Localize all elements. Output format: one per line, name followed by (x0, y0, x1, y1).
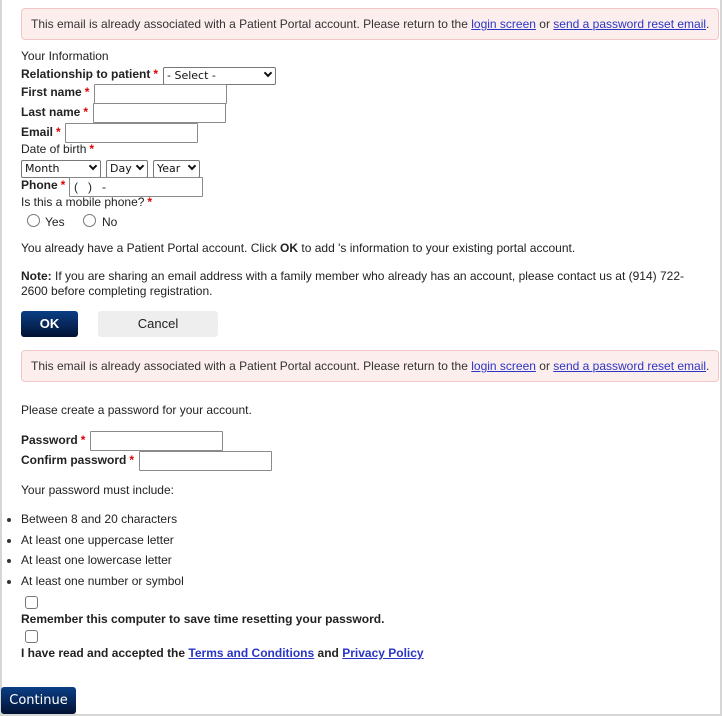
password-label-text: Password (21, 433, 78, 447)
continue-button[interactable]: Continue (1, 687, 76, 714)
required-marker: * (129, 453, 135, 467)
alert-text: . (706, 17, 710, 31)
phone-label: Phone * (21, 178, 65, 192)
password-rule: Between 8 and 20 characters (21, 512, 178, 526)
password-rule: At least one lowercase letter (21, 553, 172, 567)
password-rules-heading: Your password must include: (21, 483, 174, 497)
remember-computer-label[interactable]: Remember this computer to save time rese… (21, 612, 384, 626)
relationship-label: Relationship to patient * (21, 67, 158, 81)
chevron-down-icon (263, 68, 273, 78)
password-rule: At least one uppercase letter (21, 533, 174, 547)
password-label: Password * (21, 433, 85, 447)
chevron-down-icon (187, 161, 197, 171)
existing-account-message: You already have a Patient Portal accoun… (21, 241, 575, 255)
dob-year-value: Year (157, 162, 181, 175)
terms-label: I have read and accepted the Terms and C… (21, 646, 424, 660)
note-line-1: Note: If you are sharing an email addres… (21, 269, 684, 283)
login-screen-link[interactable]: login screen (471, 17, 536, 31)
phone-label-text: Phone (21, 178, 58, 192)
password-rule: At least one number or symbol (21, 574, 184, 588)
bullet-icon (7, 580, 11, 584)
dob-month-value: Month (25, 162, 60, 175)
ok-word: OK (280, 241, 299, 255)
required-marker: * (80, 433, 86, 447)
required-marker: * (89, 142, 95, 156)
existing-account-text: to add 's information to your existing p… (298, 241, 576, 255)
alert-text: or (535, 17, 554, 31)
last-name-label: Last name * (21, 105, 88, 119)
chevron-down-icon (88, 161, 98, 171)
dob-label: Date of birth * (21, 142, 94, 156)
your-information-heading: Your Information (21, 49, 109, 63)
terms-link[interactable]: Terms and Conditions (188, 646, 314, 660)
note-label: Note: (21, 269, 52, 283)
bullet-icon (7, 539, 11, 543)
dob-month-select[interactable]: Month (21, 160, 101, 178)
dob-year-select[interactable]: Year (153, 160, 200, 178)
confirm-password-label-text: Confirm password (21, 453, 127, 467)
email-exists-alert: This email is already associated with a … (21, 350, 719, 382)
terms-text: and (314, 646, 343, 660)
email-label-text: Email (21, 125, 54, 139)
mobile-yes-label[interactable]: Yes (45, 215, 65, 229)
password-reset-link[interactable]: send a password reset email (553, 359, 706, 373)
first-name-label-text: First name (21, 85, 82, 99)
existing-account-text: You already have a Patient Portal accoun… (21, 241, 281, 255)
dob-day-select[interactable]: Day (106, 160, 148, 178)
mobile-question-text: Is this a mobile phone? (21, 195, 145, 209)
first-name-label: First name * (21, 85, 89, 99)
required-marker: * (83, 105, 89, 119)
required-marker: * (84, 85, 90, 99)
required-marker: * (147, 195, 153, 209)
privacy-policy-link[interactable]: Privacy Policy (342, 646, 423, 660)
last-name-input[interactable] (93, 103, 226, 123)
mobile-no-radio[interactable] (83, 214, 96, 227)
dob-day-value: Day (110, 162, 132, 175)
ok-button[interactable]: OK (21, 311, 78, 337)
alert-text: This email is already associated with a … (31, 17, 472, 31)
mobile-no-label[interactable]: No (102, 215, 117, 229)
relationship-select[interactable]: - Select - (163, 67, 276, 85)
cancel-button[interactable]: Cancel (98, 311, 218, 337)
phone-input[interactable] (69, 177, 203, 197)
chevron-down-icon (135, 161, 145, 171)
mobile-question: Is this a mobile phone? * (21, 195, 152, 209)
note-line-2: 2600 before completing registration. (21, 284, 213, 298)
first-name-input[interactable] (94, 84, 227, 104)
required-marker: * (153, 67, 159, 81)
confirm-password-input[interactable] (139, 451, 272, 471)
email-label: Email * (21, 125, 61, 139)
terms-text: I have read and accepted the (21, 646, 189, 660)
alert-text: . (706, 359, 710, 373)
login-screen-link[interactable]: login screen (471, 359, 536, 373)
email-exists-alert: This email is already associated with a … (21, 8, 719, 40)
confirm-password-label: Confirm password * (21, 453, 134, 467)
note-text: If you are sharing an email address with… (51, 269, 685, 283)
password-reset-link[interactable]: send a password reset email (553, 17, 706, 31)
required-marker: * (60, 178, 66, 192)
terms-checkbox[interactable] (25, 630, 38, 643)
relationship-label-text: Relationship to patient (21, 67, 151, 81)
email-input[interactable] (65, 123, 198, 143)
password-input[interactable] (90, 431, 223, 451)
password-intro: Please create a password for your accoun… (21, 403, 252, 417)
dob-label-text: Date of birth (21, 142, 87, 156)
bullet-icon (7, 559, 11, 563)
mobile-yes-radio[interactable] (27, 214, 40, 227)
bullet-icon (7, 518, 11, 522)
alert-text: This email is already associated with a … (31, 359, 472, 373)
required-marker: * (56, 125, 61, 139)
last-name-label-text: Last name (21, 105, 81, 119)
relationship-select-value: - Select - (167, 69, 216, 82)
alert-text: or (535, 359, 554, 373)
remember-computer-checkbox[interactable] (25, 596, 38, 609)
